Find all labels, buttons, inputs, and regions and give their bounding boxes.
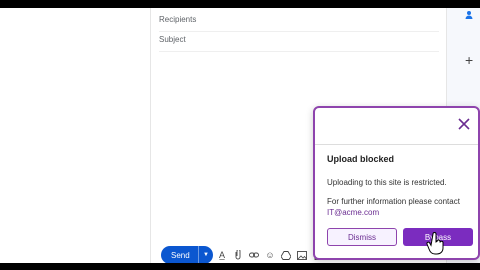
dialog-message: Uploading to this site is restricted. (327, 178, 447, 187)
person-icon[interactable] (465, 10, 473, 23)
send-button[interactable]: Send ▼ (161, 246, 213, 264)
image-icon[interactable] (297, 250, 307, 260)
drive-icon[interactable] (281, 250, 291, 260)
format-text-icon[interactable]: A̲ (217, 250, 227, 260)
it-email-link[interactable]: IT@acme.com (327, 208, 379, 217)
upload-blocked-dialog: Upload blocked Uploading to this site is… (313, 106, 480, 260)
link-icon[interactable] (249, 251, 259, 259)
dialog-info-text: For further information please contact (327, 197, 460, 206)
send-label: Send (171, 250, 190, 260)
hand-cursor-icon (426, 232, 446, 256)
subject-field[interactable]: Subject (159, 31, 439, 52)
bottom-bar (0, 263, 480, 270)
subject-label: Subject (159, 35, 186, 44)
dialog-info: For further information please contact I… (327, 196, 472, 218)
attachment-icon[interactable] (233, 250, 243, 260)
emoji-icon[interactable]: ☺ (265, 250, 275, 260)
recipients-field[interactable]: Recipients (159, 11, 439, 32)
recipients-label: Recipients (159, 15, 197, 24)
plus-icon[interactable]: + (465, 52, 473, 68)
dialog-title: Upload blocked (327, 154, 395, 164)
top-bar (0, 0, 480, 8)
chevron-down-icon[interactable]: ▼ (198, 246, 213, 264)
left-pane (0, 8, 150, 263)
close-icon[interactable] (456, 116, 472, 132)
dismiss-button[interactable]: Dismiss (327, 228, 397, 246)
dialog-divider (315, 144, 478, 145)
